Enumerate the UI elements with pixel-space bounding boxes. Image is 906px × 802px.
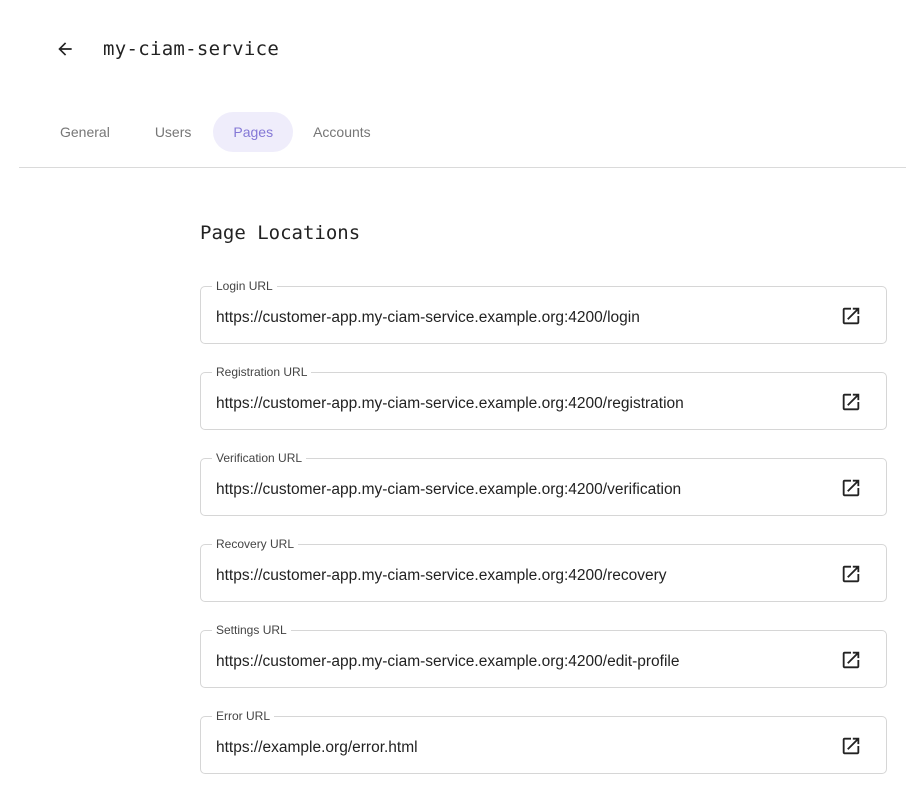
open-in-new-icon[interactable] [840, 477, 862, 499]
tab-users[interactable]: Users [130, 112, 214, 152]
open-in-new-icon[interactable] [840, 563, 862, 585]
registration-url-field[interactable]: Registration URL https://customer-app.my… [200, 365, 887, 431]
recovery-url-field[interactable]: Recovery URL https://customer-app.my-cia… [200, 537, 887, 603]
verification-url-input[interactable]: https://customer-app.my-ciam-service.exa… [216, 459, 826, 517]
settings-url-field[interactable]: Settings URL https://customer-app.my-cia… [200, 623, 887, 689]
login-url-input[interactable]: https://customer-app.my-ciam-service.exa… [216, 287, 826, 345]
tab-accounts[interactable]: Accounts [293, 112, 391, 152]
open-in-new-icon[interactable] [840, 305, 862, 327]
recovery-url-input[interactable]: https://customer-app.my-ciam-service.exa… [216, 545, 826, 603]
arrow-left-icon [58, 42, 72, 56]
settings-url-input[interactable]: https://customer-app.my-ciam-service.exa… [216, 631, 826, 689]
open-in-new-icon[interactable] [840, 391, 862, 413]
open-in-new-icon[interactable] [840, 735, 862, 757]
login-url-field[interactable]: Login URL https://customer-app.my-ciam-s… [200, 279, 887, 345]
page-title: my-ciam-service [103, 38, 280, 60]
registration-url-input[interactable]: https://customer-app.my-ciam-service.exa… [216, 373, 826, 431]
page-header: my-ciam-service [52, 32, 279, 66]
page-locations-form: Login URL https://customer-app.my-ciam-s… [200, 279, 887, 802]
verification-url-field[interactable]: Verification URL https://customer-app.my… [200, 451, 887, 517]
error-url-input[interactable]: https://example.org/error.html [216, 717, 826, 775]
error-url-field[interactable]: Error URL https://example.org/error.html [200, 709, 887, 775]
back-button[interactable] [52, 36, 78, 62]
section-title: Page Locations [200, 222, 361, 244]
open-in-new-icon[interactable] [840, 649, 862, 671]
tab-bar: General Users Pages Accounts [40, 112, 391, 152]
tab-pages[interactable]: Pages [213, 112, 294, 152]
tab-divider [19, 167, 906, 168]
tab-general[interactable]: General [40, 112, 130, 152]
